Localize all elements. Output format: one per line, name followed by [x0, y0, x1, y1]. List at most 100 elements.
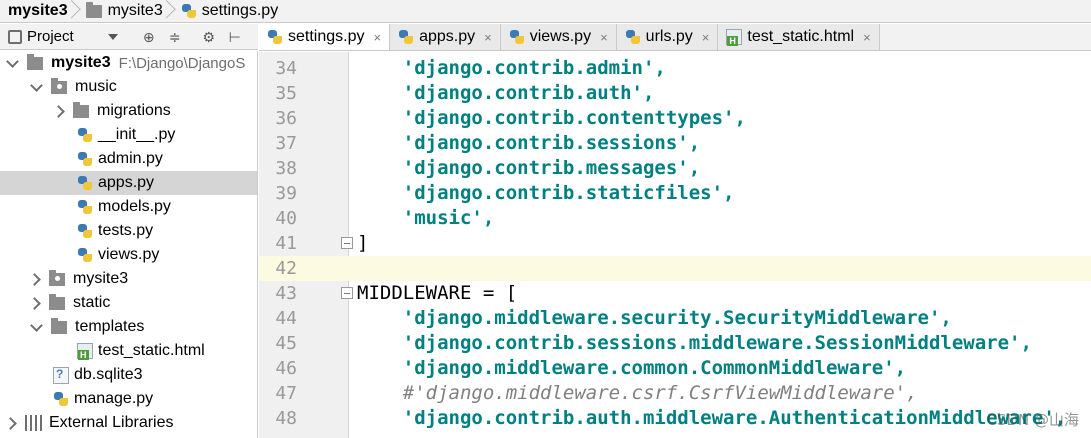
line-number: 40: [275, 208, 297, 229]
editor-tab[interactable]: test_static.html ×: [718, 24, 880, 50]
tree-item[interactable]: db.sqlite3: [0, 363, 257, 387]
close-icon[interactable]: ×: [863, 30, 871, 45]
tree-item[interactable]: models.py: [0, 195, 257, 219]
line-number: 46: [275, 358, 297, 379]
chevron-right-icon[interactable]: [4, 416, 17, 430]
tree-item[interactable]: admin.py: [0, 147, 257, 171]
breadcrumb-item-folder[interactable]: mysite3: [80, 0, 165, 23]
folder-icon: [73, 101, 89, 118]
code-line: 44 'django.middleware.security.SecurityM…: [259, 306, 1091, 331]
folder-icon: [51, 317, 67, 334]
breadcrumb-separator: [165, 0, 175, 23]
close-icon[interactable]: ×: [702, 30, 710, 45]
tree-item-label: views.py: [98, 246, 160, 263]
tree-item-label: manage.py: [74, 390, 154, 407]
python-file-icon: [77, 175, 93, 191]
editor-tab[interactable]: views.py ×: [500, 24, 617, 50]
breadcrumb-item-project[interactable]: mysite3: [0, 0, 70, 23]
collapse-all-icon[interactable]: ≑: [168, 30, 182, 44]
chevron-down-icon[interactable]: [107, 33, 118, 40]
tree-item-label: mysite3: [51, 54, 111, 71]
code-text: 'django.contrib.messages',: [357, 157, 701, 179]
tree-item-label: music: [75, 78, 117, 95]
tree-item-label: static: [73, 294, 111, 311]
code-editor[interactable]: 34 'django.contrib.admin', 35 'django.con…: [259, 52, 1091, 438]
project-view-selector[interactable]: Project: [27, 28, 74, 45]
code-line: 43 MIDDLEWARE = [: [259, 281, 1091, 306]
python-file-icon: [267, 29, 283, 45]
folder-icon: [85, 1, 102, 18]
tree-item[interactable]: migrations: [0, 99, 257, 123]
close-icon[interactable]: ×: [484, 30, 492, 45]
tree-item-label: __init__.py: [98, 126, 176, 143]
python-file-icon: [77, 247, 93, 263]
chevron-down-icon[interactable]: [6, 54, 19, 68]
chevron-right-icon[interactable]: [52, 104, 65, 118]
tree-item[interactable]: tests.py: [0, 219, 257, 243]
line-number: 37: [275, 133, 297, 154]
code-text: 'django.middleware.security.SecurityMidd…: [357, 307, 952, 329]
code-line: 34 'django.contrib.admin',: [259, 56, 1091, 81]
code-text: MIDDLEWARE = [: [357, 282, 518, 304]
tree-item[interactable]: templates: [0, 315, 257, 339]
editor-tab[interactable]: apps.py ×: [390, 24, 501, 50]
watermark: CSDN @山海: [986, 411, 1079, 429]
code-line: 41]: [259, 231, 1091, 256]
python-file-icon: [77, 223, 93, 239]
tree-item[interactable]: apps.py: [0, 171, 257, 195]
line-number: 43: [275, 283, 297, 304]
editor-tab[interactable]: settings.py ×: [259, 24, 391, 50]
html-file-icon: [77, 343, 93, 360]
code-line: 37 'django.contrib.sessions',: [259, 131, 1091, 156]
code-text: 'django.contrib.admin',: [357, 57, 666, 79]
code-text: 'django.contrib.sessions',: [357, 132, 701, 154]
close-icon[interactable]: ×: [600, 30, 608, 45]
editor-tab[interactable]: urls.py ×: [616, 24, 719, 50]
hide-panel-icon[interactable]: ⊢: [228, 30, 242, 44]
fold-icon[interactable]: [341, 287, 353, 299]
tree-item[interactable]: mysite3: [0, 267, 257, 291]
code-line: 45 'django.contrib.sessions.middleware.S…: [259, 331, 1091, 356]
code-text: 'django.contrib.contenttypes',: [357, 107, 746, 129]
code-line: 36 'django.contrib.contenttypes',: [259, 106, 1091, 131]
folder-icon: [49, 293, 65, 310]
python-file-icon: [509, 29, 525, 45]
tree-item[interactable]: music: [0, 75, 257, 99]
tree-item-label: db.sqlite3: [74, 366, 143, 383]
chevron-down-icon[interactable]: [30, 318, 43, 332]
tree-item-label: External Libraries: [49, 414, 174, 431]
tree-item[interactable]: mysite3 F:\Django\DjangoS: [0, 51, 257, 75]
fold-icon[interactable]: [341, 237, 353, 249]
library-icon: [25, 415, 43, 431]
code-text: #'django.middleware.csrf.CsrfViewMiddlew…: [357, 382, 918, 404]
html-file-icon: [726, 29, 743, 46]
breadcrumb: mysite3 mysite3 settings.py: [0, 0, 1091, 23]
tree-item[interactable]: manage.py: [0, 387, 257, 411]
tree-item[interactable]: __init__.py: [0, 123, 257, 147]
tree-item[interactable]: static: [0, 291, 257, 315]
line-number: 45: [275, 333, 297, 354]
line-number: 41: [275, 233, 297, 254]
tree-item[interactable]: test_static.html: [0, 339, 257, 363]
line-number: 42: [275, 258, 297, 279]
tree-item[interactable]: views.py: [0, 243, 257, 267]
close-icon[interactable]: ×: [373, 30, 381, 45]
tree-item[interactable]: External Libraries: [0, 411, 257, 435]
code-line: 40 'music',: [259, 206, 1091, 231]
code-text: 'django.contrib.auth.middleware.Authenti…: [357, 407, 1067, 429]
chevron-right-icon[interactable]: [28, 272, 41, 286]
line-number: 38: [275, 158, 297, 179]
locate-icon[interactable]: ⊕: [142, 30, 156, 44]
tree-item-label: tests.py: [98, 222, 154, 239]
code-text: 'django.contrib.staticfiles',: [357, 182, 735, 204]
chevron-down-icon[interactable]: [30, 78, 43, 92]
line-number: 48: [275, 408, 297, 429]
chevron-right-icon[interactable]: [28, 296, 41, 310]
code-line: 35 'django.contrib.auth',: [259, 81, 1091, 106]
gear-icon[interactable]: ⚙: [202, 30, 216, 44]
breadcrumb-item-file[interactable]: settings.py: [175, 0, 280, 23]
folder-icon: [51, 77, 67, 94]
line-number: 44: [275, 308, 297, 329]
project-tree: mysite3 F:\Django\DjangoS music migrations _…: [0, 51, 258, 438]
tree-item-label: migrations: [97, 102, 171, 119]
